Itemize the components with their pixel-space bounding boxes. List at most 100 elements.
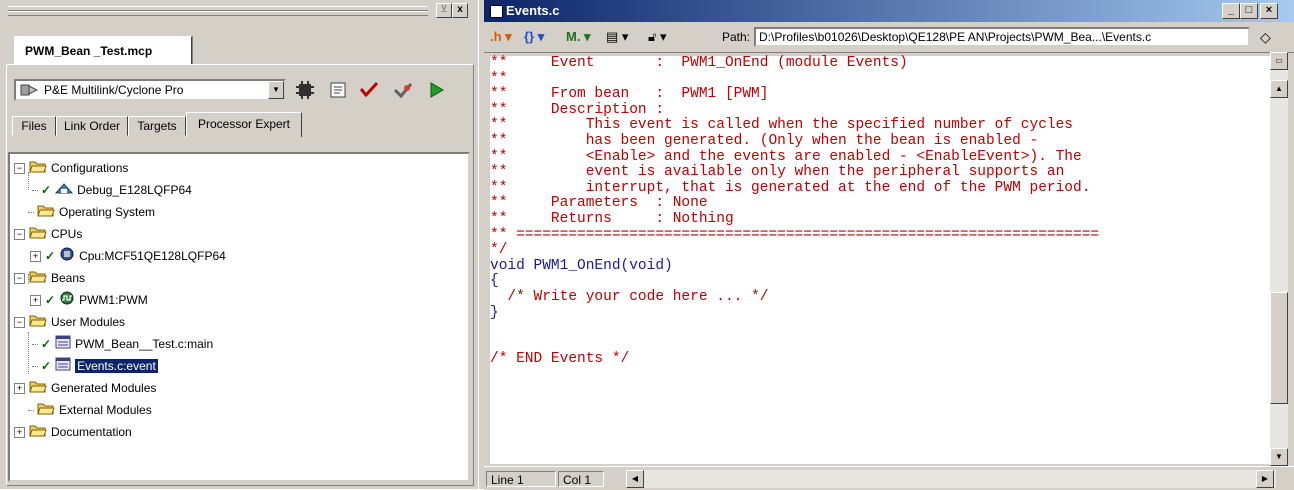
tree-item-documentation[interactable]: + Documentation	[14, 422, 132, 442]
collapse-icon[interactable]: −	[14, 317, 25, 329]
folder-open-icon	[37, 203, 55, 223]
tree-item-label: Cpu:MCF51QE128LQFP64	[79, 249, 226, 263]
processor-expert-tree: − Configurations ✓ Debug_E128LQFP64 Operat…	[8, 152, 470, 482]
tree-item-generated-modules[interactable]: + Generated Modules	[14, 378, 156, 398]
code-line: ** Returns : Nothing	[490, 210, 734, 227]
tree-item-configurations[interactable]: − Configurations	[14, 158, 128, 178]
code-line: ** =====================================…	[490, 226, 1100, 243]
tree-item-main-module[interactable]: ✓ PWM_Bean__Test.c:main	[32, 334, 213, 354]
tree-item-events-module[interactable]: ✓ Events.c:event	[32, 356, 158, 376]
tab-files[interactable]: Files	[12, 116, 56, 136]
check-icon: ✓	[41, 337, 52, 351]
tree-item-debug-config[interactable]: ✓ Debug_E128LQFP64	[32, 180, 192, 200]
chip-settings-icon[interactable]	[294, 80, 316, 100]
checkmark-icon[interactable]	[358, 80, 380, 100]
target-select-value: P&E Multilink/Cyclone Pro	[44, 83, 184, 97]
folder-open-icon	[29, 269, 47, 289]
tab-link-order[interactable]: Link Order	[56, 116, 128, 136]
scroll-thumb[interactable]	[1270, 292, 1288, 404]
code-line: ** Event : PWM1_OnEnd (module Events)	[490, 55, 908, 71]
code-line: ** <Enable> and the events are enabled -…	[490, 148, 1082, 165]
debugger-icon	[20, 83, 39, 102]
functions-icon[interactable]: {} ▾	[524, 28, 544, 46]
horizontal-scrollbar[interactable]: ◀ ▶	[626, 470, 1276, 488]
tree-hline	[32, 190, 38, 192]
tab-targets[interactable]: Targets	[128, 116, 186, 136]
tree-item-beans[interactable]: − Beans	[14, 268, 85, 288]
debug-config-icon	[54, 181, 74, 201]
document-settings-icon[interactable]: ▤ ▾	[606, 28, 628, 46]
expand-icon[interactable]: +	[14, 383, 25, 395]
expand-icon[interactable]: +	[14, 427, 25, 439]
path-field[interactable]: D:\Profiles\b01026\Desktop\QE128\PE AN\P…	[754, 27, 1250, 47]
project-info-icon[interactable]	[328, 80, 350, 100]
code-line: ** This event is called when the specifi…	[490, 117, 1073, 134]
split-handle-icon[interactable]: ▭	[1270, 52, 1288, 70]
folder-open-icon	[29, 379, 47, 399]
folder-open-icon	[29, 423, 47, 443]
collapse-icon[interactable]: −	[14, 273, 25, 285]
minimize-button[interactable]: _	[1222, 3, 1240, 19]
source-file-icon	[55, 357, 71, 377]
pwm-bean-icon	[59, 291, 75, 311]
target-select[interactable]: P&E Multilink/Cyclone Pro ▼	[14, 79, 286, 101]
document-icon	[490, 5, 503, 18]
tree-item-label: User Modules	[51, 315, 126, 329]
tree-item-label: Documentation	[51, 425, 132, 439]
project-tab[interactable]: PWM_Bean _Test.mcp	[14, 36, 192, 64]
tab-processor-expert[interactable]: Processor Expert	[186, 112, 302, 137]
panel-grip-bar: ⊻ x	[0, 0, 478, 22]
tree-item-operating-system[interactable]: Operating System	[28, 202, 155, 222]
lock-icon[interactable]: 🔓︎ ▾	[648, 28, 667, 46]
code-editor[interactable]: ** Event : PWM1_OnEnd (module Events) **…	[490, 55, 1270, 464]
code-line: */	[490, 242, 508, 259]
markers-icon[interactable]: M. ▾	[566, 28, 591, 46]
panel-restore-button[interactable]: ⊻	[436, 3, 452, 18]
expand-icon[interactable]: +	[30, 295, 41, 307]
tree-item-label: Events.c:event	[75, 359, 158, 373]
tree-hline	[32, 344, 38, 346]
panel-close-button[interactable]: x	[452, 3, 468, 18]
scroll-down-icon[interactable]: ▼	[1270, 448, 1288, 466]
run-icon[interactable]	[426, 80, 448, 100]
editor-title-bar[interactable]: Events.c _ □ ×	[484, 0, 1294, 22]
code-line: ** event is available only when the peri…	[490, 164, 1065, 181]
collapse-icon[interactable]: −	[14, 229, 25, 241]
grip-line	[8, 11, 428, 16]
scroll-left-icon[interactable]: ◀	[626, 470, 644, 488]
tree-item-label: Debug_E128LQFP64	[77, 183, 192, 197]
editor-toolbar: .h ▾ {} ▾ M. ▾ ▤ ▾ 🔓︎ ▾ Path: D:\Profile…	[484, 22, 1294, 53]
status-bar: Line 1 Col 1 ◀ ▶	[484, 466, 1294, 490]
header-files-icon[interactable]: .h ▾	[490, 28, 512, 46]
code-line: /* END Events */	[490, 351, 630, 368]
tree-item-user-modules[interactable]: − User Modules	[14, 312, 125, 332]
vertical-scrollbar[interactable]: ▭ ▲ ▼	[1270, 52, 1288, 466]
close-button[interactable]: ×	[1260, 3, 1278, 19]
tree-item-cpu[interactable]: + ✓ Cpu:MCF51QE128LQFP64	[30, 246, 226, 266]
debug-icon[interactable]	[392, 80, 414, 100]
code-line: void PWM1_OnEnd(void)	[490, 257, 673, 274]
chevron-down-icon[interactable]: ▼	[268, 81, 284, 99]
code-text[interactable]: ** Event : PWM1_OnEnd (module Events) **…	[490, 55, 1100, 368]
expand-icon[interactable]: +	[30, 251, 41, 263]
scroll-up-icon[interactable]: ▲	[1270, 80, 1288, 98]
code-line: ** interrupt, that is generated at the e…	[490, 179, 1091, 196]
scroll-right-icon[interactable]: ▶	[1256, 470, 1274, 488]
tree-item-label: PWM_Bean__Test.c:main	[75, 337, 214, 351]
code-line: ** has been generated. (Only when the be…	[490, 132, 1039, 149]
tree-item-label: Generated Modules	[51, 381, 157, 395]
code-line: ** Description :	[490, 101, 665, 118]
options-diamond-icon[interactable]: ◇	[1260, 29, 1271, 46]
check-icon: ✓	[41, 359, 52, 373]
tree-item-pwm1[interactable]: + ✓ PWM1:PWM	[30, 290, 148, 310]
col-indicator: Col 1	[558, 471, 604, 487]
code-line: }	[490, 304, 499, 321]
collapse-icon[interactable]: −	[14, 163, 25, 175]
tree-item-external-modules[interactable]: External Modules	[28, 400, 152, 420]
tree-item-cpus[interactable]: − CPUs	[14, 224, 82, 244]
tree-hline	[28, 212, 34, 214]
folder-open-icon	[29, 225, 47, 245]
tree-item-label: Configurations	[51, 161, 129, 175]
maximize-button[interactable]: □	[1240, 3, 1258, 19]
tree-item-label: Operating System	[59, 205, 156, 219]
